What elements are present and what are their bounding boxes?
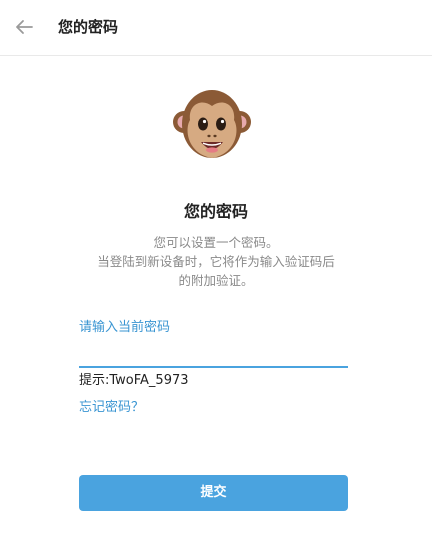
description: 您可以设置一个密码。 当登陆到新设备时，它将作为输入验证码后 的附加验证。 — [66, 233, 366, 290]
description-line: 当登陆到新设备时，它将作为输入验证码后 — [97, 254, 335, 269]
forgot-password-link[interactable]: 忘记密码？ — [79, 399, 144, 417]
submit-button[interactable]: 提交 — [79, 475, 348, 511]
description-line: 的附加验证。 — [178, 273, 254, 288]
top-bar: 您的密码 — [0, 0, 432, 56]
description-line: 您可以设置一个密码。 — [153, 235, 279, 250]
password-hint: 提示:TwoFA_5973 — [79, 373, 189, 388]
password-input[interactable] — [79, 346, 348, 368]
arrow-left-icon — [10, 13, 38, 41]
monkey-face-icon — [172, 84, 252, 168]
page-title: 您的密码 — [183, 202, 248, 221]
back-button[interactable] — [10, 13, 38, 41]
header-title: 您的密码 — [58, 18, 119, 36]
password-field-label: 请输入当前密码 — [79, 320, 171, 335]
